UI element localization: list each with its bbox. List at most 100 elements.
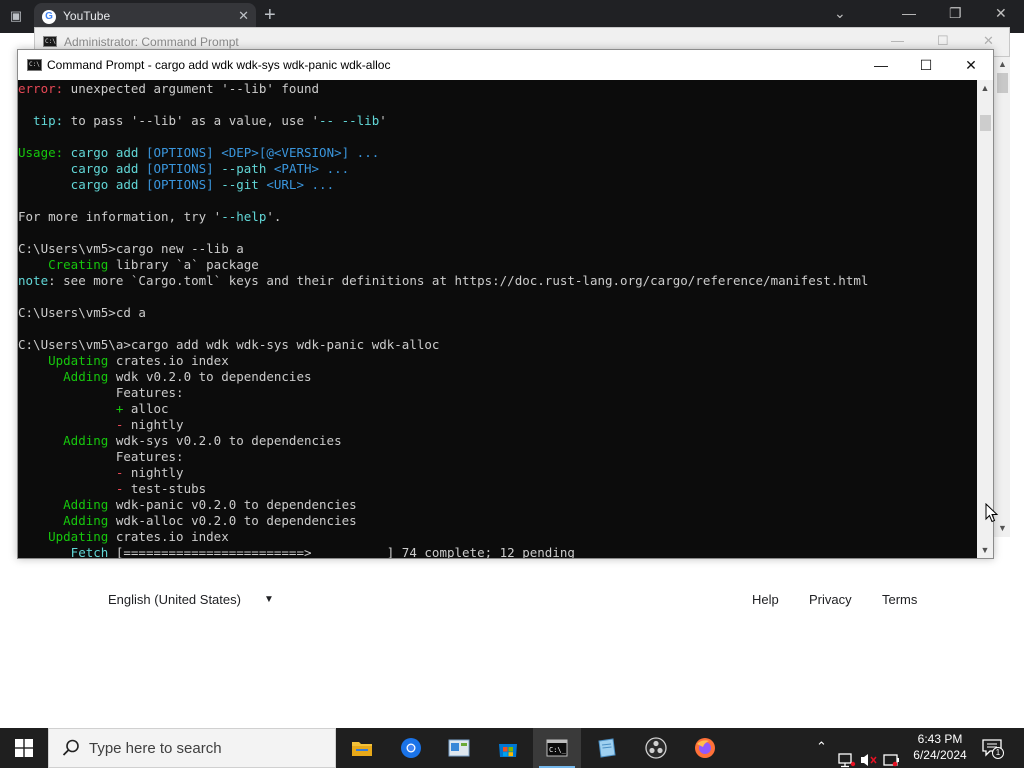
console-text: C:\Users\vm5>cargo new --lib a: [18, 241, 244, 256]
browser-minimize-icon[interactable]: —: [902, 5, 916, 21]
browser-restore-icon[interactable]: ❐: [949, 5, 962, 22]
console-line: Features:: [18, 449, 977, 465]
console-text: -: [18, 417, 131, 432]
tab-list-chevron-icon[interactable]: ⌄: [834, 5, 846, 22]
console-text: tip:: [18, 113, 64, 128]
network-icon[interactable]: [838, 740, 856, 768]
folder-icon: [352, 742, 372, 756]
language-selector[interactable]: English (United States): [108, 592, 241, 607]
terminal-icon: C:\_: [546, 739, 568, 757]
console-output[interactable]: error: unexpected argument '--lib' found…: [18, 80, 977, 558]
scroll-down-icon[interactable]: ▼: [994, 523, 1011, 533]
console-line: C:\Users\vm5\a>cargo add wdk wdk-sys wdk…: [18, 337, 977, 353]
cmd-app-icon: C:\: [43, 36, 57, 47]
console-text: <PATH> ...: [273, 161, 350, 176]
console-text: -: [18, 481, 131, 496]
console-line: + alloc: [18, 401, 977, 417]
console-line: Features:: [18, 385, 977, 401]
taskbar-firefox[interactable]: [681, 728, 729, 768]
cmd-maximize-icon[interactable]: ☐: [903, 55, 949, 77]
start-button[interactable]: [0, 728, 48, 768]
scroll-down-icon[interactable]: ▼: [977, 545, 993, 555]
cmd-close-icon[interactable]: ✕: [948, 55, 994, 77]
console-text: --help: [221, 209, 267, 224]
taskbar-search-box[interactable]: Type here to search: [48, 728, 336, 768]
google-footer: English (United States) ▼ Help Privacy T…: [0, 585, 1024, 615]
console-text: Adding: [18, 513, 109, 528]
console-line: cargo add [OPTIONS] --path <PATH> ...: [18, 161, 977, 177]
console-text: Creating: [18, 257, 109, 272]
console-line: Usage: cargo add [OPTIONS] <DEP>[@<VERSI…: [18, 145, 977, 161]
chrome-icon: [401, 738, 421, 758]
console-text: unexpected argument '--lib' found: [63, 81, 320, 96]
obs-icon: [645, 737, 667, 759]
console-text: crates.io index: [108, 529, 229, 544]
admin-minimize-icon[interactable]: —: [891, 33, 904, 48]
clock-date: 6/24/2024: [913, 748, 967, 762]
taskbar-notepad[interactable]: [582, 728, 630, 768]
console-text: --git: [221, 177, 267, 192]
console-text: --path: [221, 161, 274, 176]
console-text: [OPTIONS]: [145, 161, 222, 176]
tray-chevron-up-icon[interactable]: ⌃: [816, 739, 827, 768]
cmd-minimize-icon[interactable]: —: [858, 55, 904, 77]
console-text: [OPTIONS] <DEP>[@<VERSION>] ...: [145, 145, 380, 160]
console-line: Updating crates.io index: [18, 353, 977, 369]
tab-title: YouTube: [63, 9, 111, 23]
admin-cmd-scrollbar[interactable]: ▲ ▼: [993, 57, 1010, 537]
console-text: cargo add: [18, 161, 146, 176]
console-text: For more information, try ': [18, 209, 222, 224]
footer-link-privacy[interactable]: Privacy: [809, 592, 852, 607]
svg-text:C:\_: C:\_: [549, 746, 567, 754]
taskbar-file-explorer[interactable]: [338, 728, 386, 768]
console-line: error: unexpected argument '--lib' found: [18, 81, 977, 97]
cmd-window-title: Command Prompt - cargo add wdk wdk-sys w…: [47, 58, 391, 72]
console-text: note: [18, 273, 49, 288]
tab-search-icon[interactable]: ▣: [6, 6, 26, 26]
admin-close-icon[interactable]: ✕: [983, 33, 994, 49]
taskbar-command-prompt[interactable]: C:\_: [533, 728, 581, 768]
console-line: Fetch [========================> ] 74 co…: [18, 545, 977, 558]
taskbar-control-panel[interactable]: [435, 728, 483, 768]
admin-maximize-icon[interactable]: ☐: [937, 33, 949, 49]
taskbar-obs-studio[interactable]: [632, 728, 680, 768]
taskbar-microsoft-store[interactable]: [484, 728, 532, 768]
action-center-button[interactable]: 1: [982, 737, 1004, 759]
footer-link-terms[interactable]: Terms: [882, 592, 917, 607]
footer-link-help[interactable]: Help: [752, 592, 779, 607]
volume-muted-icon[interactable]: [860, 740, 878, 768]
console-text: to pass '--lib' as a value, use ': [63, 113, 320, 128]
console-text: [OPTIONS]: [145, 177, 222, 192]
console-text: Adding: [18, 369, 109, 384]
console-line: Adding wdk-sys v0.2.0 to dependencies: [18, 433, 977, 449]
scroll-up-icon[interactable]: ▲: [977, 83, 993, 93]
new-tab-button[interactable]: +: [264, 4, 276, 26]
search-icon: [62, 739, 79, 756]
console-text: cargo add: [18, 177, 146, 192]
language-dropdown-icon[interactable]: ▼: [264, 594, 274, 605]
search-placeholder: Type here to search: [89, 740, 222, 757]
cmd-window[interactable]: C:\ Command Prompt - cargo add wdk wdk-s…: [17, 49, 994, 559]
console-line: Adding wdk-panic v0.2.0 to dependencies: [18, 497, 977, 513]
console-line: C:\Users\vm5>cargo new --lib a: [18, 241, 977, 257]
console-text: -: [18, 465, 131, 480]
taskbar-chrome[interactable]: [387, 728, 435, 768]
console-line: - nightly: [18, 417, 977, 433]
scroll-thumb[interactable]: [980, 115, 991, 131]
scroll-up-icon[interactable]: ▲: [994, 59, 1011, 69]
console-line: Adding wdk v0.2.0 to dependencies: [18, 369, 977, 385]
taskbar-clock[interactable]: 6:43 PM 6/24/2024: [897, 731, 983, 763]
console-line: Updating crates.io index: [18, 529, 977, 545]
cmd-scrollbar[interactable]: ▲ ▼: [977, 80, 993, 558]
google-favicon-icon: G: [42, 10, 56, 24]
tab-close-icon[interactable]: ✕: [238, 8, 249, 24]
browser-close-icon[interactable]: ✕: [995, 5, 1007, 22]
cmd-titlebar[interactable]: C:\ Command Prompt - cargo add wdk wdk-s…: [18, 50, 993, 80]
scroll-thumb[interactable]: [997, 73, 1008, 93]
console-line: - nightly: [18, 465, 977, 481]
console-text: crates.io index: [108, 353, 229, 368]
